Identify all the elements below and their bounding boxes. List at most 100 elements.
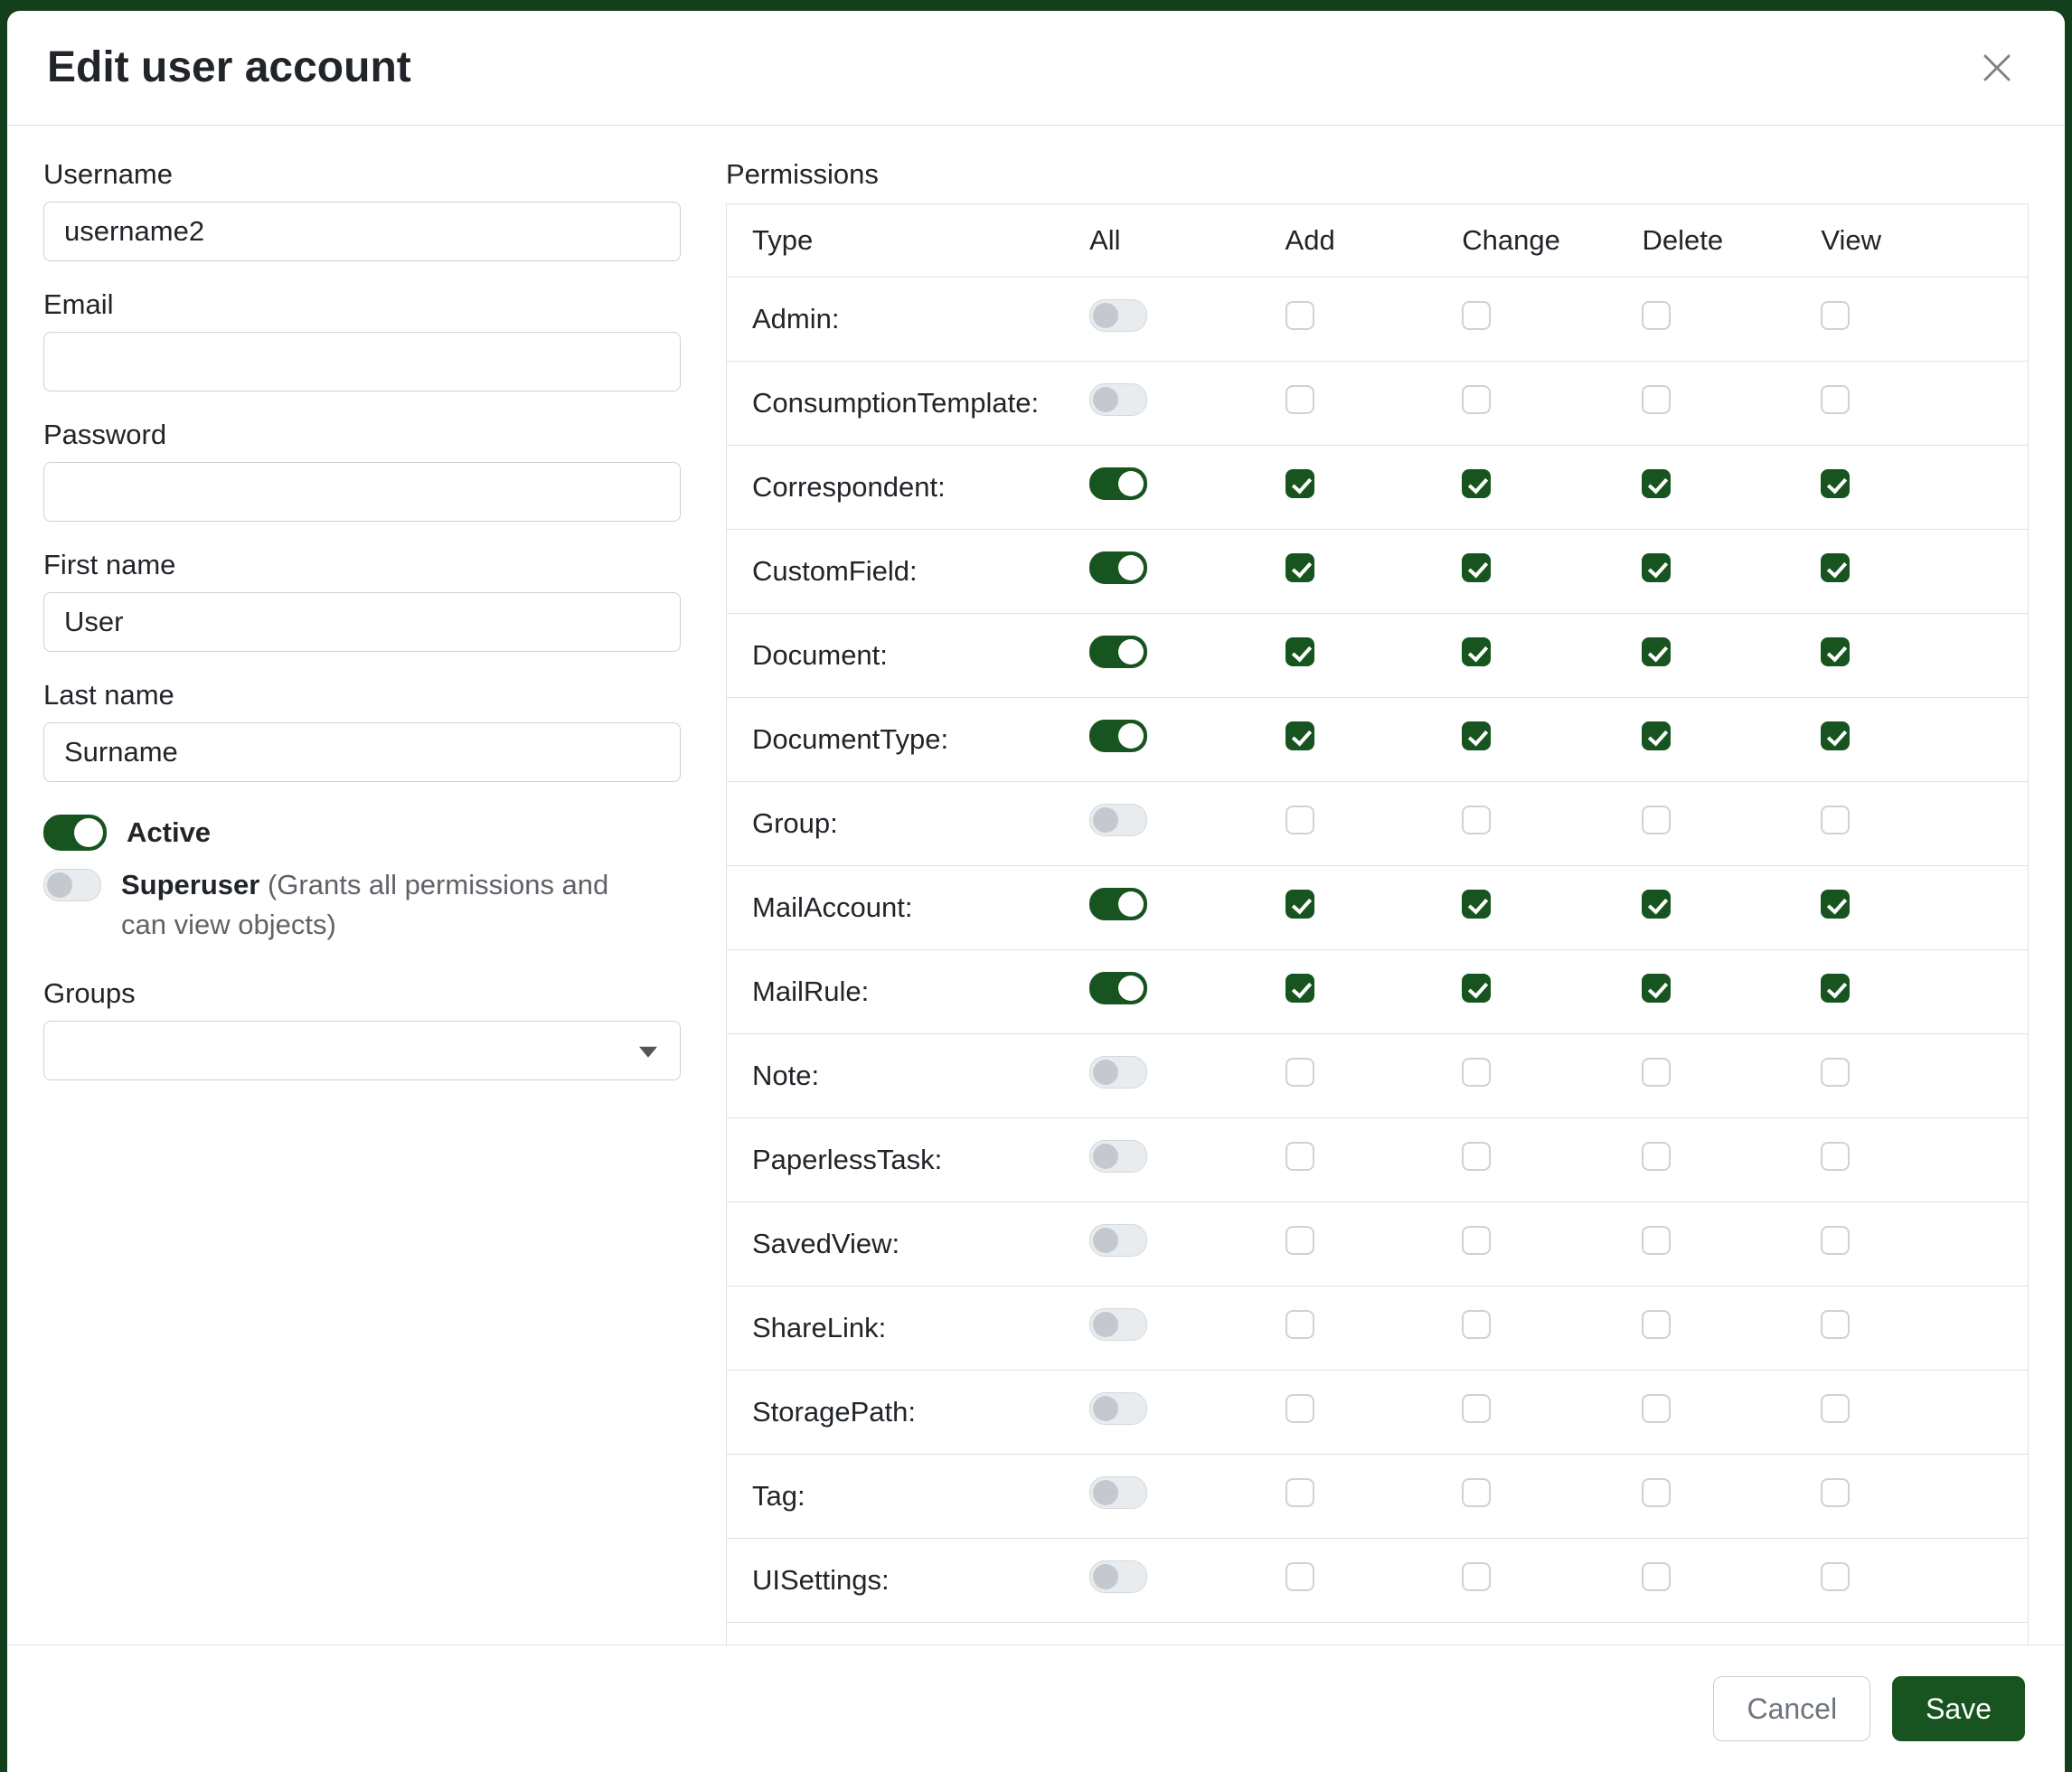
permission-view-checkbox[interactable] xyxy=(1821,1058,1850,1087)
username-input[interactable] xyxy=(43,202,681,261)
permission-change-checkbox[interactable] xyxy=(1462,637,1491,666)
permission-all-toggle[interactable] xyxy=(1089,1140,1147,1173)
permission-add-checkbox[interactable] xyxy=(1286,1562,1314,1591)
permission-delete-checkbox[interactable] xyxy=(1642,1562,1671,1591)
groups-select[interactable] xyxy=(43,1021,681,1080)
permission-add-checkbox[interactable] xyxy=(1286,1058,1314,1087)
permission-change-checkbox[interactable] xyxy=(1462,1058,1491,1087)
permission-add-checkbox[interactable] xyxy=(1286,553,1314,582)
permission-change-checkbox[interactable] xyxy=(1462,1142,1491,1171)
permission-view-checkbox[interactable] xyxy=(1821,385,1850,414)
permission-view-checkbox[interactable] xyxy=(1821,974,1850,1003)
permission-all-toggle[interactable] xyxy=(1089,1392,1147,1425)
permission-delete-checkbox[interactable] xyxy=(1642,721,1671,750)
modal-header: Edit user account xyxy=(7,11,2065,126)
permission-delete-checkbox[interactable] xyxy=(1642,301,1671,330)
permission-add-checkbox[interactable] xyxy=(1286,806,1314,834)
permission-view-checkbox[interactable] xyxy=(1821,1394,1850,1423)
permission-all-toggle[interactable] xyxy=(1089,1476,1147,1509)
permission-delete-checkbox[interactable] xyxy=(1642,1394,1671,1423)
permission-add-checkbox[interactable] xyxy=(1286,469,1314,498)
permission-add-checkbox[interactable] xyxy=(1286,1226,1314,1255)
permission-add-checkbox[interactable] xyxy=(1286,1142,1314,1171)
permission-delete-checkbox[interactable] xyxy=(1642,637,1671,666)
password-input[interactable] xyxy=(43,462,681,522)
superuser-toggle[interactable] xyxy=(43,869,101,901)
permission-view-checkbox[interactable] xyxy=(1821,1478,1850,1507)
permission-change-checkbox[interactable] xyxy=(1462,1226,1491,1255)
permission-change-checkbox[interactable] xyxy=(1462,806,1491,834)
permission-add-checkbox[interactable] xyxy=(1286,637,1314,666)
permission-delete-checkbox[interactable] xyxy=(1642,469,1671,498)
permission-change-checkbox[interactable] xyxy=(1462,301,1491,330)
permission-delete-checkbox[interactable] xyxy=(1642,806,1671,834)
permission-change-checkbox[interactable] xyxy=(1462,721,1491,750)
active-toggle[interactable] xyxy=(43,815,107,851)
permission-delete-checkbox[interactable] xyxy=(1642,890,1671,919)
permission-all-toggle[interactable] xyxy=(1089,720,1147,752)
permissions-header-row: Type All Add Change Delete View xyxy=(727,204,2029,278)
permission-change-checkbox[interactable] xyxy=(1462,890,1491,919)
save-button[interactable]: Save xyxy=(1892,1676,2025,1741)
permission-change-checkbox[interactable] xyxy=(1462,1310,1491,1339)
permission-all-toggle[interactable] xyxy=(1089,972,1147,1004)
permission-add-checkbox[interactable] xyxy=(1286,1478,1314,1507)
permission-view-checkbox[interactable] xyxy=(1821,1142,1850,1171)
permission-add-checkbox[interactable] xyxy=(1286,301,1314,330)
permission-delete-checkbox[interactable] xyxy=(1642,1478,1671,1507)
permission-view-checkbox[interactable] xyxy=(1821,1226,1850,1255)
permission-change-checkbox[interactable] xyxy=(1462,553,1491,582)
permission-add-checkbox[interactable] xyxy=(1286,1394,1314,1423)
close-icon xyxy=(1976,78,2018,91)
permission-add-checkbox[interactable] xyxy=(1286,890,1314,919)
permission-delete-checkbox[interactable] xyxy=(1642,1058,1671,1087)
permission-all-toggle[interactable] xyxy=(1089,299,1147,332)
permission-add-checkbox[interactable] xyxy=(1286,721,1314,750)
permission-view-checkbox[interactable] xyxy=(1821,553,1850,582)
permission-change-checkbox[interactable] xyxy=(1462,385,1491,414)
permission-delete-checkbox[interactable] xyxy=(1642,1310,1671,1339)
permission-all-toggle[interactable] xyxy=(1089,636,1147,668)
last-name-input[interactable] xyxy=(43,722,681,782)
first-name-input[interactable] xyxy=(43,592,681,652)
permission-view-checkbox[interactable] xyxy=(1821,890,1850,919)
permission-all-toggle[interactable] xyxy=(1089,804,1147,836)
permission-delete-checkbox[interactable] xyxy=(1642,385,1671,414)
permission-delete-checkbox[interactable] xyxy=(1642,1226,1671,1255)
permission-view-checkbox[interactable] xyxy=(1821,806,1850,834)
permission-all-toggle[interactable] xyxy=(1089,383,1147,416)
permission-change-checkbox[interactable] xyxy=(1462,1394,1491,1423)
permission-change-checkbox[interactable] xyxy=(1462,1562,1491,1591)
close-button[interactable] xyxy=(1969,40,2025,96)
permission-type-label: MailRule: xyxy=(727,950,1065,1034)
permission-delete-checkbox[interactable] xyxy=(1642,974,1671,1003)
permission-all-toggle[interactable] xyxy=(1089,888,1147,920)
permission-all-toggle[interactable] xyxy=(1089,1560,1147,1593)
permission-type-label: DocumentType: xyxy=(727,698,1065,782)
permission-view-checkbox[interactable] xyxy=(1821,721,1850,750)
permission-view-checkbox[interactable] xyxy=(1821,301,1850,330)
email-input[interactable] xyxy=(43,332,681,391)
permission-all-toggle[interactable] xyxy=(1089,1224,1147,1257)
permission-view-checkbox[interactable] xyxy=(1821,1310,1850,1339)
permission-delete-checkbox[interactable] xyxy=(1642,1142,1671,1171)
groups-select-input[interactable] xyxy=(43,1021,681,1080)
username-field-group: Username xyxy=(43,158,681,261)
permission-all-toggle[interactable] xyxy=(1089,467,1147,500)
permission-all-toggle[interactable] xyxy=(1089,1308,1147,1341)
permission-add-checkbox[interactable] xyxy=(1286,385,1314,414)
permission-add-checkbox[interactable] xyxy=(1286,1310,1314,1339)
permission-all-toggle[interactable] xyxy=(1089,1056,1147,1089)
permission-change-checkbox[interactable] xyxy=(1462,974,1491,1003)
permission-row: CustomField: xyxy=(727,530,2029,614)
permission-view-checkbox[interactable] xyxy=(1821,1562,1850,1591)
permission-delete-checkbox[interactable] xyxy=(1642,553,1671,582)
cancel-button[interactable]: Cancel xyxy=(1713,1676,1870,1741)
permission-view-checkbox[interactable] xyxy=(1821,637,1850,666)
permission-all-toggle[interactable] xyxy=(1089,551,1147,584)
permission-add-checkbox[interactable] xyxy=(1286,974,1314,1003)
permission-view-checkbox[interactable] xyxy=(1821,469,1850,498)
permission-change-checkbox[interactable] xyxy=(1462,1478,1491,1507)
permissions-section: Permissions Type All Add Change Delete V… xyxy=(726,158,2029,1645)
permission-change-checkbox[interactable] xyxy=(1462,469,1491,498)
